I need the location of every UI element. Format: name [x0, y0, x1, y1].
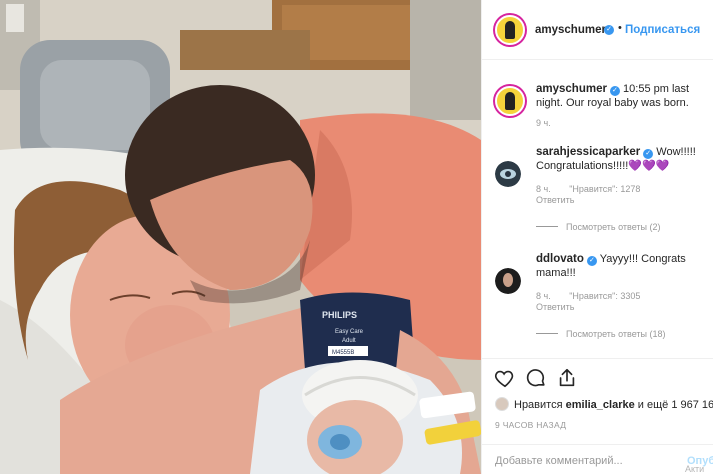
liked-by-user[interactable]: emilia_clarke [566, 399, 635, 411]
post-time-ago: 9 ЧАСОВ НАЗАД [495, 420, 567, 430]
share-icon[interactable] [556, 367, 578, 389]
author-avatar[interactable] [495, 15, 525, 45]
cuff-label-1: Easy Care [335, 329, 364, 335]
commenter-avatar[interactable] [495, 268, 521, 294]
separator-dot: • [618, 22, 622, 34]
caption-time: 9 ч. [536, 118, 551, 128]
comment-icon[interactable] [525, 367, 547, 389]
view-replies-button[interactable]: Посмотреть ответы (2) [536, 222, 661, 232]
comment-likes[interactable]: "Нравится": 3305 [569, 291, 640, 301]
comment-username[interactable]: ddlovato [536, 253, 584, 265]
commenter-avatar[interactable] [495, 161, 521, 187]
post-photo[interactable]: PHILIPS Easy Care Adult M4555B [0, 0, 481, 474]
comment-time: 8 ч. [536, 291, 551, 301]
liked-by-line[interactable]: Нравится emilia_clarke и ещё 1 967 163 [495, 397, 713, 411]
comment-text-block: sarahjessicaparker ✓ Wow!!!!! Congratulat… [536, 145, 706, 173]
comment-meta: 8 ч. "Нравится": 1278 [536, 184, 640, 194]
comments-list[interactable]: amyschumer ✓ 10:55 pm last night. Our roy… [482, 60, 713, 358]
comment-time: 8 ч. [536, 184, 551, 194]
liked-by-prefix: Нравится [514, 399, 563, 411]
caption-avatar[interactable] [495, 86, 525, 116]
replies-divider [536, 333, 558, 334]
caption-username[interactable]: amyschumer [536, 83, 607, 95]
reply-button[interactable]: Ответить [536, 195, 574, 205]
replies-divider [536, 226, 558, 227]
view-replies-button[interactable]: Посмотреть ответы (18) [536, 329, 666, 339]
comment-text-block: ddlovato ✓ Yayyy!!! Congrats mama!!! [536, 252, 706, 280]
heart-icon[interactable] [494, 367, 516, 389]
post-actions: Нравится emilia_clarke и ещё 1 967 163 [482, 358, 713, 418]
follow-button[interactable]: Подписаться [625, 24, 700, 36]
post-header: amyschumer ✓ • Подписаться [482, 0, 713, 60]
verified-badge-icon: ✓ [586, 256, 597, 266]
photo-scene: PHILIPS Easy Care Adult M4555B [0, 0, 481, 474]
comment-likes[interactable]: "Нравится": 1278 [569, 184, 640, 194]
cuff-code: M4555B [332, 350, 354, 356]
verified-badge-icon: ✓ [604, 25, 614, 35]
activation-watermark: Акти [685, 464, 705, 474]
verified-badge-icon: ✓ [609, 86, 620, 96]
post-sidebar: amyschumer ✓ • Подписаться amyschumer ✓ 1… [481, 0, 713, 474]
liker-avatar [495, 397, 509, 411]
view-replies-label: Посмотреть ответы (2) [566, 222, 661, 232]
add-comment-input[interactable]: Добавьте комментарий... [495, 455, 623, 467]
reply-button[interactable]: Ответить [536, 302, 574, 312]
verified-badge-icon: ✓ [643, 149, 654, 159]
comment-username[interactable]: sarahjessicaparker [536, 146, 640, 158]
monitor-brand-text: PHILIPS [322, 310, 357, 320]
liked-by-suffix[interactable]: и ещё 1 967 163 [638, 399, 713, 411]
comment-meta: 8 ч. "Нравится": 3305 [536, 291, 640, 301]
cuff-label-2: Adult [342, 338, 356, 344]
caption-text-block: amyschumer ✓ 10:55 pm last night. Our roy… [536, 82, 706, 110]
add-comment-bar: Добавьте комментарий... Опублико Акти [482, 444, 713, 474]
view-replies-label: Посмотреть ответы (18) [566, 329, 666, 339]
author-username[interactable]: amyschumer [535, 24, 606, 36]
